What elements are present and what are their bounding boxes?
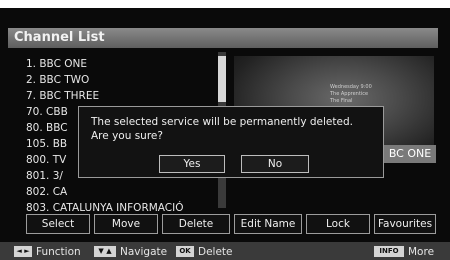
up-down-arrows-icon: ▼ ▲ [94, 246, 116, 257]
favourites-button[interactable]: Favourites [374, 214, 436, 234]
delete-hint: Delete [198, 246, 233, 258]
left-right-arrows-icon: ◄ ► [14, 246, 32, 257]
channel-item[interactable]: 802. CA [26, 184, 216, 200]
function-bar: Select Move Delete Edit Name Lock Favour… [26, 214, 436, 234]
dialog-message: The selected service will be permanently… [91, 115, 353, 143]
select-button[interactable]: Select [26, 214, 90, 234]
lock-button[interactable]: Lock [306, 214, 370, 234]
move-button[interactable]: Move [94, 214, 158, 234]
yes-button[interactable]: Yes [159, 155, 225, 173]
page-title: Channel List [8, 28, 438, 48]
scroll-thumb[interactable] [218, 56, 226, 102]
info-key-icon: INFO [374, 246, 404, 257]
tv-screen: Channel List 1. BBC ONE 2. BBC TWO 7. BB… [0, 8, 450, 260]
delete-button[interactable]: Delete [162, 214, 230, 234]
ok-key-icon: OK [176, 246, 194, 257]
more-hint: More [408, 246, 435, 258]
function-hint: Function [36, 246, 81, 258]
delete-confirm-dialog: The selected service will be permanently… [78, 106, 384, 178]
preview-programme: The Apprentice [330, 91, 369, 97]
no-button[interactable]: No [241, 155, 309, 173]
preview-channel-label: BC ONE [384, 145, 436, 163]
navigate-hint: Navigate [120, 246, 168, 258]
preview-time: Wednesday 9:00 [330, 84, 372, 90]
hint-bar: ◄ ► Function ▼ ▲ Navigate OK Delete INFO… [0, 242, 450, 260]
channel-item[interactable]: 1. BBC ONE [26, 56, 216, 72]
edit-name-button[interactable]: Edit Name [234, 214, 302, 234]
preview-episode: The Final [330, 98, 353, 104]
dialog-question: Are you sure? [91, 130, 163, 142]
channel-item[interactable]: 2. BBC TWO [26, 72, 216, 88]
dialog-message-line: The selected service will be permanently… [91, 116, 353, 128]
channel-item[interactable]: 7. BBC THREE [26, 88, 216, 104]
